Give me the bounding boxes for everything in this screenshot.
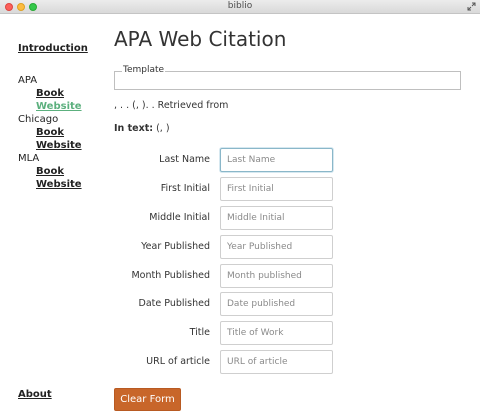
nav-group-apa: APA (18, 75, 38, 86)
in-text-citation: In text: (, ) (114, 123, 170, 134)
window-title: biblio (227, 1, 253, 11)
year-published-input[interactable] (220, 235, 333, 259)
url-label: URL of article (146, 356, 210, 367)
nav-mla-book-link[interactable]: Book (36, 166, 64, 177)
nav-group-mla: MLA (18, 153, 40, 164)
nav-introduction-link[interactable]: Introduction (18, 43, 88, 54)
nav-chicago-book-link[interactable]: Book (36, 127, 64, 138)
title-bar: biblio (0, 0, 480, 14)
last-name-input[interactable] (220, 148, 333, 172)
template-legend: Template (122, 65, 166, 75)
first-initial-label: First Initial (160, 183, 210, 194)
sidebar-nav: Introduction APA Book Website Chicago Bo… (0, 14, 100, 420)
date-published-label: Date Published (138, 298, 210, 309)
nav-chicago-website-link[interactable]: Website (36, 140, 82, 151)
in-text-value: (, ) (156, 123, 170, 134)
month-published-label: Month Published (131, 270, 210, 281)
nav-mla-website-link[interactable]: Website (36, 179, 82, 190)
citation-output: , . . (, ). . Retrieved from (114, 100, 229, 111)
title-input[interactable] (220, 321, 333, 345)
nav-apa-website-link[interactable]: Website (36, 101, 82, 112)
middle-initial-input[interactable] (220, 206, 333, 230)
month-published-input[interactable] (220, 264, 333, 288)
middle-initial-label: Middle Initial (149, 212, 210, 223)
nav-group-chicago: Chicago (18, 114, 59, 125)
page-title: APA Web Citation (114, 27, 287, 51)
template-fieldset: Template (114, 65, 461, 90)
title-label: Title (189, 327, 210, 338)
clear-form-button[interactable]: Clear Form (114, 388, 181, 411)
last-name-label: Last Name (159, 154, 210, 165)
year-published-label: Year Published (141, 241, 210, 252)
in-text-label: In text: (114, 123, 154, 134)
fullscreen-icon[interactable] (467, 2, 476, 11)
nav-about-link[interactable]: About (18, 389, 52, 400)
date-published-input[interactable] (220, 292, 333, 316)
nav-apa-book-link[interactable]: Book (36, 88, 64, 99)
first-initial-input[interactable] (220, 177, 333, 201)
url-input[interactable] (220, 350, 333, 374)
